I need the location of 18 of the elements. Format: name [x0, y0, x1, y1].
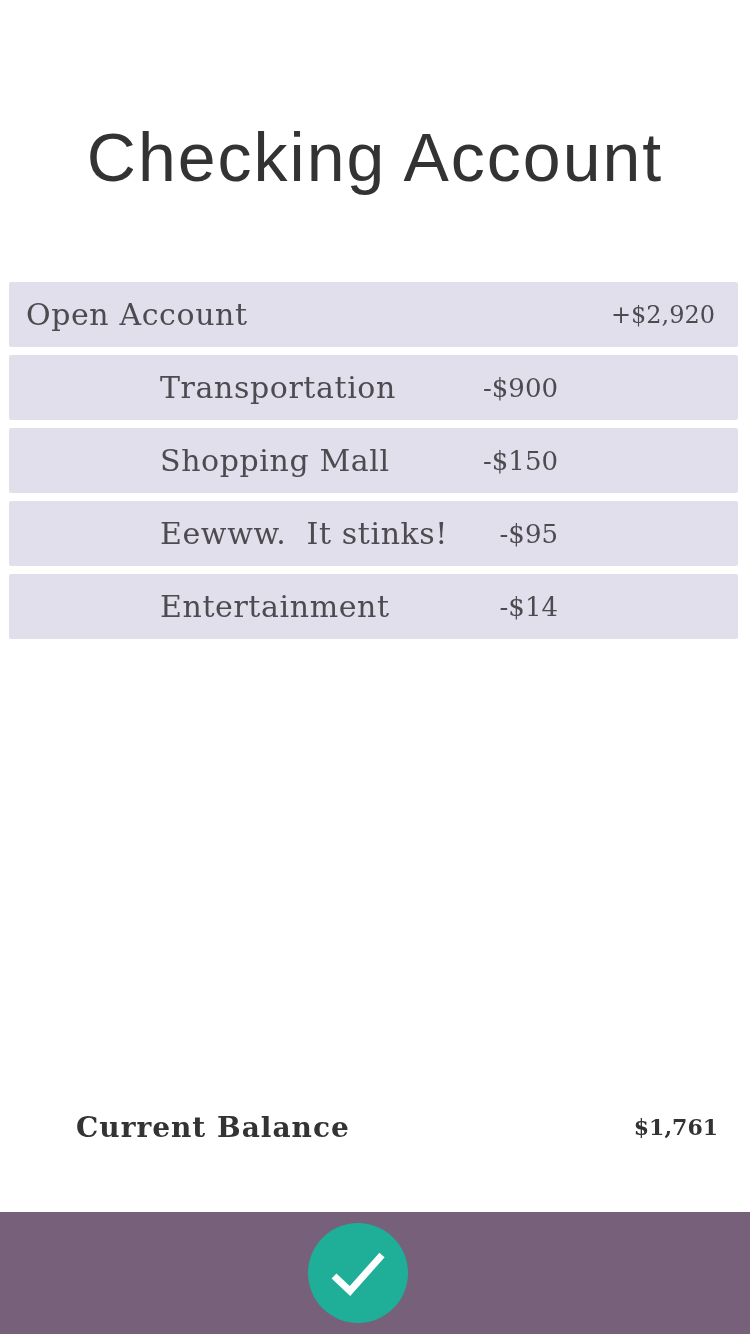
transaction-amount: -$150: [483, 445, 558, 476]
transaction-amount: -$14: [499, 591, 558, 622]
transaction-amount: -$95: [499, 518, 558, 549]
transaction-label: Shopping Mall: [160, 443, 390, 478]
transaction-row[interactable]: Open Account +$2,920: [9, 282, 738, 347]
transaction-row[interactable]: Transportation -$900: [9, 355, 738, 420]
transaction-label: Transportation: [160, 370, 396, 405]
page-title: Checking Account: [86, 118, 664, 197]
transaction-amount: +$2,920: [610, 300, 715, 329]
transaction-row[interactable]: Shopping Mall -$150: [9, 428, 738, 493]
balance-amount: $1,761: [633, 1114, 718, 1140]
transaction-label: Open Account: [26, 297, 248, 332]
transaction-amount: -$900: [483, 372, 558, 403]
transaction-row[interactable]: Eewww. It stinks! -$95: [9, 501, 738, 566]
transaction-row[interactable]: Entertainment -$14: [9, 574, 738, 639]
transaction-label: Eewww. It stinks!: [160, 516, 448, 551]
balance-label: Current Balance: [76, 1110, 350, 1144]
transaction-label: Entertainment: [160, 589, 390, 624]
